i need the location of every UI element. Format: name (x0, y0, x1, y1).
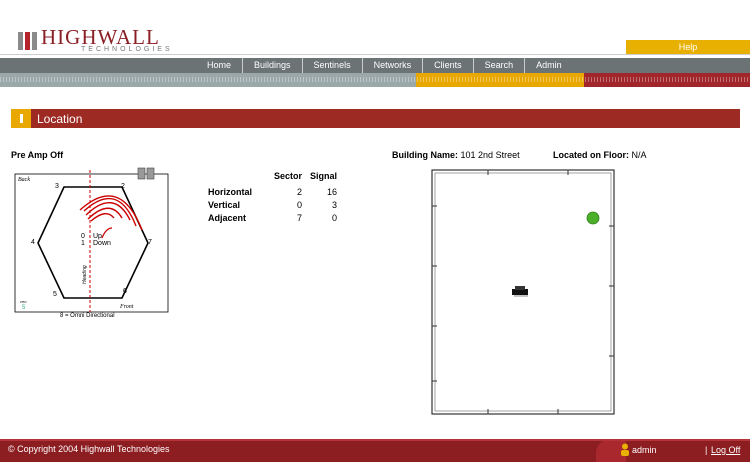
diagram-front-label: Front (119, 304, 134, 310)
signal-value: 16 (327, 186, 338, 197)
floor-plan-map[interactable] (428, 166, 618, 418)
building-name: Building Name: 101 2nd Street (392, 150, 520, 160)
header-signal: Signal (310, 171, 338, 181)
user-icon (621, 443, 629, 456)
row-label: Vertical (208, 199, 241, 210)
signal-value: 3 (332, 199, 338, 210)
sector-label-1: 1 (81, 240, 85, 247)
diagram-caption: 8 = Omni Directional (60, 313, 115, 319)
highwall-logo[interactable]: HIGHWALL TECHNOLOGIES (18, 25, 173, 54)
sector-value: 0 (297, 199, 303, 210)
copyright-text: © Copyright 2004 Highwall Technologies (8, 444, 170, 454)
table-row: Vertical 0 3 (208, 198, 341, 211)
header-blank (208, 171, 270, 185)
logo-subtitle: TECHNOLOGIES (81, 46, 173, 53)
nav-home[interactable]: Home (196, 58, 244, 73)
signal-table: Sector Signal Horizontal 2 16 Vertical 0… (208, 171, 341, 224)
floor-location: Located on Floor: N/A (553, 150, 647, 160)
decorative-stripe (0, 73, 750, 87)
section-title: Location (37, 111, 83, 126)
antenna-connector-icon (146, 167, 155, 180)
logo-wordmark: HIGHWALL (41, 25, 160, 49)
sector-value: 7 (297, 212, 303, 223)
sector-label-4: 4 (31, 239, 35, 246)
table-row: Horizontal 2 16 (208, 185, 341, 198)
client-location-marker (586, 211, 600, 225)
row-label: Horizontal (208, 186, 252, 197)
sector-label-2: 2 (121, 183, 125, 190)
nav-clients[interactable]: Clients (423, 58, 474, 73)
sector-label-5: 5 (53, 291, 57, 298)
sector-label-6: 6 (123, 288, 127, 295)
main-nav: Home Buildings Sentinels Networks Client… (0, 58, 750, 73)
current-user: admin (632, 445, 657, 455)
footer: © Copyright 2004 Highwall Technologies a… (0, 439, 750, 462)
logoff-link[interactable]: Log Off (711, 445, 740, 455)
heading-label: Heading (82, 265, 88, 284)
floor-value: N/A (631, 150, 647, 160)
nav-buildings[interactable]: Buildings (243, 58, 303, 73)
section-marker-icon (11, 109, 31, 128)
sector-label-7: 7 (148, 239, 152, 246)
ceo-label: ceo (20, 299, 27, 304)
row-label: Adjacent (208, 212, 247, 223)
floor-label: Located on Floor: (553, 150, 629, 160)
building-name-value: 101 2nd Street (460, 150, 520, 160)
sector-value: 2 (297, 186, 303, 197)
footer-separator: | (705, 445, 708, 455)
signal-value: 0 (332, 212, 338, 223)
signal-table-header: Sector Signal (208, 171, 341, 185)
table-row: Adjacent 7 0 (208, 211, 341, 224)
nav-sentinels[interactable]: Sentinels (303, 58, 363, 73)
sentinel-antenna-diagram: Back Front Heading 3 2 4 7 5 6 0 1 Up Do… (14, 167, 169, 313)
section-header: Location (11, 109, 740, 128)
center-down-label: Down (93, 240, 111, 247)
nav-admin[interactable]: Admin (525, 58, 573, 73)
building-name-label: Building Name: (392, 150, 459, 160)
sector-label-0: 0 (81, 233, 85, 240)
center-up-label: Up (93, 233, 102, 240)
nav-networks[interactable]: Networks (363, 58, 424, 73)
header-sector: Sector (274, 171, 303, 181)
nav-search[interactable]: Search (474, 58, 526, 73)
help-link[interactable]: Help (626, 40, 750, 54)
sector-label-3: 3 (55, 183, 59, 190)
logo-icon (18, 30, 38, 52)
diagram-back-label: Back (18, 177, 30, 183)
antenna-connector-icon (137, 167, 146, 180)
header: HIGHWALL TECHNOLOGIES Help (0, 0, 750, 58)
preamp-status: Pre Amp Off (11, 150, 64, 160)
